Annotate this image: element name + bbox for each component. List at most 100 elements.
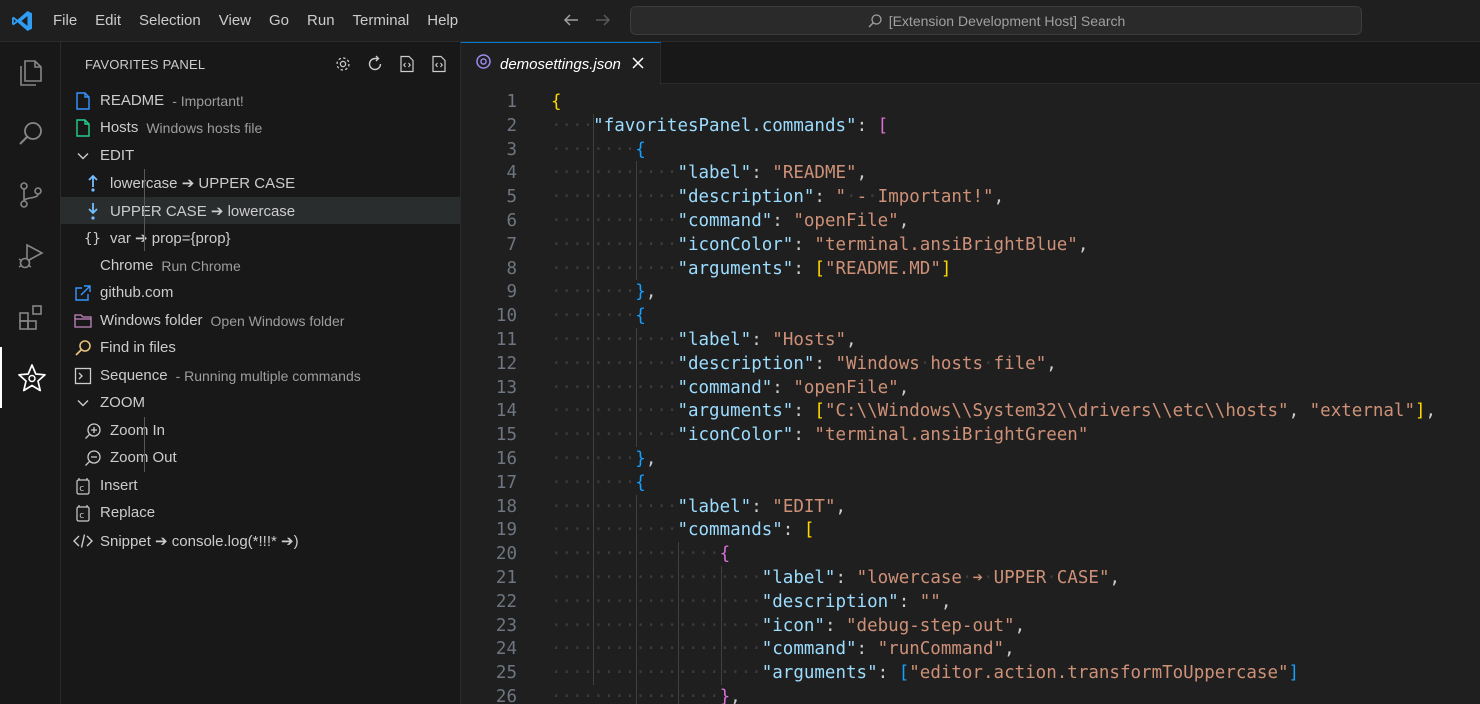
link-external-icon	[73, 283, 93, 303]
forward-arrow-icon[interactable]	[593, 11, 613, 31]
svg-text:c: c	[79, 511, 84, 521]
tree-item-label: github.com	[100, 284, 174, 301]
refresh-icon[interactable]	[364, 53, 386, 75]
line-number: 3	[506, 140, 517, 160]
code-text: ············"label": "README",	[551, 163, 868, 183]
line-number: 14	[495, 401, 517, 421]
sidebar-header: FAVORITES PANEL	[61, 42, 460, 86]
code-text: ················{	[551, 544, 731, 564]
explorer-icon[interactable]	[0, 42, 61, 103]
line-number: 9	[506, 282, 517, 302]
code-text: ····················"description": "",	[551, 592, 952, 612]
tree-item-insert[interactable]: c Insert	[61, 472, 460, 499]
tree-item-lowercase-upper-case[interactable]: lowercase ➔ UPPER CASE	[61, 169, 460, 196]
code-text: ················},	[551, 687, 741, 704]
favorites-star-icon[interactable]	[0, 347, 61, 408]
code-line: 11 ············"label": "Hosts",	[461, 328, 1480, 352]
tab-demosettings-json[interactable]: demosettings.json	[461, 42, 661, 85]
tree-item-label: Insert	[100, 477, 138, 494]
menu-bar: File Edit Selection View Go Run Terminal…	[44, 0, 467, 42]
chevron-down-icon	[73, 393, 93, 413]
code-text: ········{	[551, 140, 646, 160]
extensions-icon[interactable]	[0, 286, 61, 347]
tree-item-upper-case-lowercase[interactable]: UPPER CASE ➔ lowercase	[61, 197, 460, 224]
json-file-alt-icon[interactable]	[428, 53, 450, 75]
tree-item-zoom-out[interactable]: Zoom Out	[61, 444, 460, 471]
json-settings-icon	[475, 53, 492, 75]
tree-item-snippet-console-log[interactable]: Snippet ➔ console.log(*!!!* ➔)	[61, 527, 460, 554]
code-line: 20 ················{	[461, 542, 1480, 566]
tree-item-github-com[interactable]: github.com	[61, 279, 460, 306]
tree-item-label: Windows folder	[100, 312, 203, 329]
tree-item-zoom-in[interactable]: Zoom In	[61, 417, 460, 444]
tree-item-chrome[interactable]: Chrome Run Chrome	[61, 252, 460, 279]
menu-selection[interactable]: Selection	[130, 0, 210, 42]
code-text: ····················"command": "runComma…	[551, 639, 1015, 659]
code-line: 1{	[461, 90, 1480, 114]
tree-item-zoom[interactable]: ZOOM	[61, 389, 460, 416]
line-number: 17	[495, 473, 517, 493]
code-line: 7 ············"iconColor": "terminal.ansi…	[461, 233, 1480, 257]
code-line: 6 ············"command": "openFile",	[461, 209, 1480, 233]
debug-step-into-icon	[83, 201, 103, 221]
close-icon[interactable]	[631, 54, 645, 75]
tree-indent-guide	[144, 169, 145, 251]
code-line: 14 ············"arguments": ["C:\\Windows…	[461, 399, 1480, 423]
tree-item-hosts[interactable]: Hosts Windows hosts file	[61, 114, 460, 141]
code-text: ············"label": "EDIT",	[551, 497, 847, 517]
menu-run[interactable]: Run	[298, 0, 344, 42]
tree-item-var-prop-prop[interactable]: {} var ➔ prop={prop}	[61, 224, 460, 251]
tree-item-find-in-files[interactable]: Find in files	[61, 334, 460, 361]
menu-go[interactable]: Go	[260, 0, 298, 42]
run-debug-icon[interactable]	[0, 225, 61, 286]
tree-item-windows-folder[interactable]: Windows folder Open Windows folder	[61, 307, 460, 334]
tree-item-label: Snippet ➔ console.log(*!!!* ➔)	[100, 532, 299, 550]
replace-icon: c	[73, 503, 93, 523]
tree-item-label: Replace	[100, 504, 156, 521]
line-number: 23	[495, 616, 517, 636]
json-file-icon[interactable]	[396, 53, 418, 75]
source-control-icon[interactable]	[0, 164, 61, 225]
code-text: ············"description": "·-·Important…	[551, 187, 1005, 207]
search-icon[interactable]	[0, 103, 61, 164]
code-view[interactable]: 1{2····"favoritesPanel.commands": [3····…	[461, 85, 1480, 704]
folder-icon	[73, 311, 93, 331]
tree-item-replace[interactable]: c Replace	[61, 499, 460, 526]
code-text: ············"arguments": ["C:\\Windows\\…	[551, 401, 1437, 421]
tree-item-description: Open Windows folder	[210, 312, 345, 329]
line-number: 19	[495, 520, 517, 540]
command-center-search[interactable]: [Extension Development Host] Search	[630, 6, 1362, 35]
line-number: 20	[495, 544, 517, 564]
code-line: 21 ····················"label": "lowercas…	[461, 566, 1480, 590]
tree-item-readme[interactable]: README - Important!	[61, 87, 460, 114]
line-number: 21	[495, 568, 517, 588]
zoom-out-icon	[83, 448, 103, 468]
line-number: 18	[495, 497, 517, 517]
menu-view[interactable]: View	[210, 0, 260, 42]
line-number: 22	[495, 592, 517, 612]
tab-bar: demosettings.json	[461, 42, 1480, 85]
code-text: ············"command": "openFile",	[551, 211, 910, 231]
line-number: 11	[495, 330, 517, 350]
menu-help[interactable]: Help	[418, 0, 467, 42]
code-text: ········},	[551, 282, 657, 302]
tree-item-sequence[interactable]: Sequence - Running multiple commands	[61, 362, 460, 389]
menu-file[interactable]: File	[44, 0, 86, 42]
search-icon	[868, 13, 882, 27]
indent-guide	[721, 566, 723, 685]
code-text: ············"command": "openFile",	[551, 378, 910, 398]
line-number: 12	[495, 354, 517, 374]
tree-item-label: UPPER CASE ➔ lowercase	[110, 202, 296, 220]
menu-terminal[interactable]: Terminal	[344, 0, 419, 42]
back-arrow-icon[interactable]	[561, 11, 581, 31]
code-line: 5 ············"description": "·-·Importan…	[461, 185, 1480, 209]
line-number: 4	[506, 163, 517, 183]
debug-step-out-icon	[83, 173, 103, 193]
code-line: 3 ········{	[461, 138, 1480, 162]
menu-edit[interactable]: Edit	[86, 0, 130, 42]
file-icon	[73, 118, 93, 138]
line-number: 13	[495, 378, 517, 398]
tree-item-label: Chrome	[100, 257, 154, 274]
gear-icon[interactable]	[332, 53, 354, 75]
tree-item-edit[interactable]: EDIT	[61, 142, 460, 169]
